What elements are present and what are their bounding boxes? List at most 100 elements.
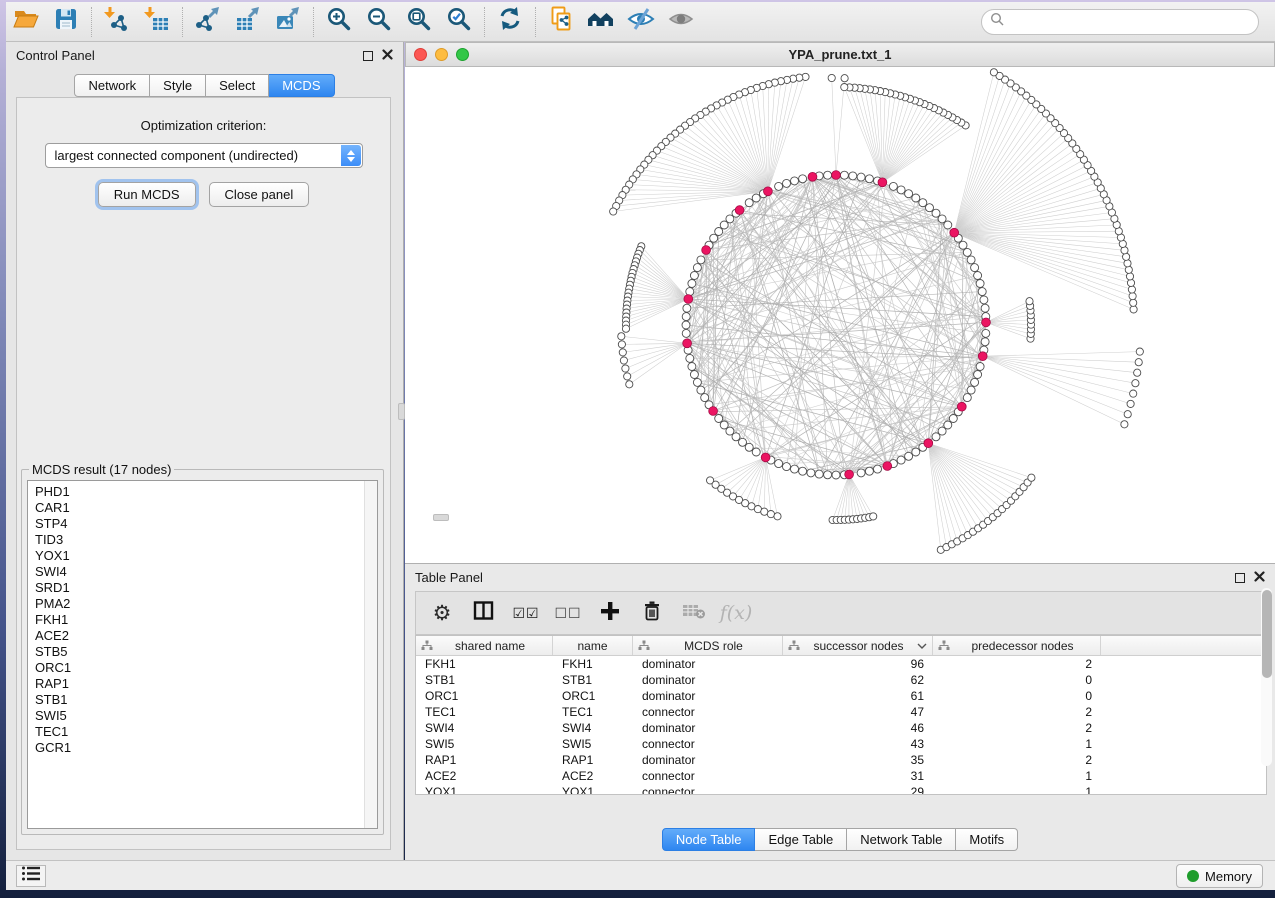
mcds-result-item[interactable]: STP4 [35,516,377,532]
search-input[interactable] [1010,15,1258,30]
column-header-successor-nodes[interactable]: successor nodes [783,636,933,655]
network-graph[interactable] [405,67,1274,563]
tab-motifs[interactable]: Motifs [956,828,1018,851]
table-row[interactable]: ACE2ACE2connector311 [416,768,1266,784]
hide-selected-button[interactable] [621,5,661,39]
cell-MCDS-role: connector [633,705,783,719]
delete-table-icon [681,600,707,627]
zoom-selected-button[interactable] [439,5,479,39]
deselect-all-columns-button[interactable]: ☐☐ [554,598,582,628]
gear-icon: ⚙ [433,603,452,624]
table-row[interactable]: SWI4SWI4dominator462 [416,720,1266,736]
network-window-titlebar[interactable]: YPA_prune.txt_1 [405,42,1275,67]
mcds-result-item[interactable]: PHD1 [35,484,377,500]
table-scrollbar-thumb[interactable] [1262,590,1272,678]
toolbar-separator [182,7,183,37]
export-network-button[interactable] [188,5,228,39]
cell-MCDS-role: dominator [633,689,783,703]
import-network-button[interactable] [97,5,137,39]
table-row[interactable]: TEC1TEC1connector472 [416,704,1266,720]
tab-style[interactable]: Style [150,74,206,97]
export-table-button[interactable] [228,5,268,39]
add-column-button[interactable] [596,598,624,628]
refresh-view-button[interactable] [490,5,530,39]
mcds-result-item[interactable]: RAP1 [35,676,377,692]
export-image-button[interactable] [268,5,308,39]
table-row[interactable]: YOX1YOX1connector291 [416,784,1266,795]
cell-successor-nodes: 43 [783,737,933,751]
zoom-fit-button[interactable] [399,5,439,39]
mcds-result-item[interactable]: SWI4 [35,564,377,580]
cell-shared-name: STB1 [416,673,553,687]
mcds-result-item[interactable]: PMA2 [35,596,377,612]
delete-column-button[interactable] [638,598,666,628]
cell-shared-name: YOX1 [416,785,553,795]
mcds-result-list[interactable]: PHD1CAR1STP4TID3YOX1SWI4SRD1PMA2FKH1ACE2… [27,480,378,829]
import-table-icon [143,5,171,38]
cell-predecessor-nodes: 2 [933,753,1101,767]
float-panel-icon[interactable] [1235,573,1245,583]
run-mcds-button[interactable]: Run MCDS [98,182,196,207]
first-neighbors-button[interactable] [581,5,621,39]
close-panel-button[interactable]: Close panel [209,182,310,207]
table-row[interactable]: ORC1ORC1dominator610 [416,688,1266,704]
cell-predecessor-nodes: 1 [933,769,1101,783]
open-folder-button[interactable] [6,5,46,39]
mcds-result-item[interactable]: SWI5 [35,708,377,724]
show-all-button[interactable] [661,5,701,39]
zoom-in-button[interactable] [319,5,359,39]
tab-node-table[interactable]: Node Table [662,828,756,851]
cell-MCDS-role: connector [633,769,783,783]
mcds-result-item[interactable]: CAR1 [35,500,377,516]
tab-mcds[interactable]: MCDS [269,74,334,97]
zoom-out-button[interactable] [359,5,399,39]
column-header-MCDS-role[interactable]: MCDS role [633,636,783,655]
close-panel-icon[interactable] [382,47,393,65]
tab-network[interactable]: Network [74,74,150,97]
table-row[interactable]: SWI5SWI5connector431 [416,736,1266,752]
float-panel-icon[interactable] [363,51,373,61]
mcds-result-item[interactable]: FKH1 [35,612,377,628]
node-table: shared namenameMCDS rolesuccessor nodesp… [415,635,1267,795]
import-table-button[interactable] [137,5,177,39]
mcds-result-item[interactable]: STB1 [35,692,377,708]
tab-edge-table[interactable]: Edge Table [755,828,847,851]
mcds-result-item[interactable]: ORC1 [35,660,377,676]
optimization-criterion-select[interactable]: largest connected component (undirected) [45,143,363,168]
column-header-predecessor-nodes[interactable]: predecessor nodes [933,636,1101,655]
column-header-name[interactable]: name [553,636,633,655]
panel-list-button[interactable] [16,865,46,887]
duplicate-network-button[interactable] [541,5,581,39]
vertical-splitter-handle[interactable] [398,403,405,420]
tab-select[interactable]: Select [206,74,269,97]
table-row[interactable]: STB1STB1dominator620 [416,672,1266,688]
horizontal-splitter-handle[interactable] [433,514,449,521]
save-session-button[interactable] [46,5,86,39]
table-scrollbar[interactable] [1261,588,1272,766]
memory-button[interactable]: Memory [1176,864,1263,888]
function-builder-button[interactable]: f(x) [722,598,750,628]
mcds-list-scrollbar[interactable] [364,481,377,828]
close-panel-icon[interactable] [1254,569,1265,587]
columns-icon [472,599,496,628]
column-header-shared-name[interactable]: shared name [416,636,553,655]
mcds-result-item[interactable]: TID3 [35,532,377,548]
search-box[interactable] [981,9,1259,35]
mcds-result-item[interactable]: TEC1 [35,724,377,740]
toolbar-separator [484,7,485,37]
cell-successor-nodes: 96 [783,657,933,671]
table-row[interactable]: RAP1RAP1dominator352 [416,752,1266,768]
tab-network-table[interactable]: Network Table [847,828,956,851]
network-canvas[interactable] [405,67,1275,563]
table-row[interactable]: FKH1FKH1dominator962 [416,656,1266,672]
mcds-result-item[interactable]: SRD1 [35,580,377,596]
mcds-result-item[interactable]: ACE2 [35,628,377,644]
mcds-result-item[interactable]: STB5 [35,644,377,660]
mcds-result-item[interactable]: YOX1 [35,548,377,564]
table-options-gear-button[interactable]: ⚙ [428,598,456,628]
delete-table-button[interactable] [680,598,708,628]
select-all-columns-button[interactable]: ☑☑ [512,598,540,628]
mcds-result-item[interactable]: GCR1 [35,740,377,756]
desktop: Control Panel NetworkStyleSelectMCDS Opt… [0,0,1275,898]
column-visibility-button[interactable] [470,598,498,628]
